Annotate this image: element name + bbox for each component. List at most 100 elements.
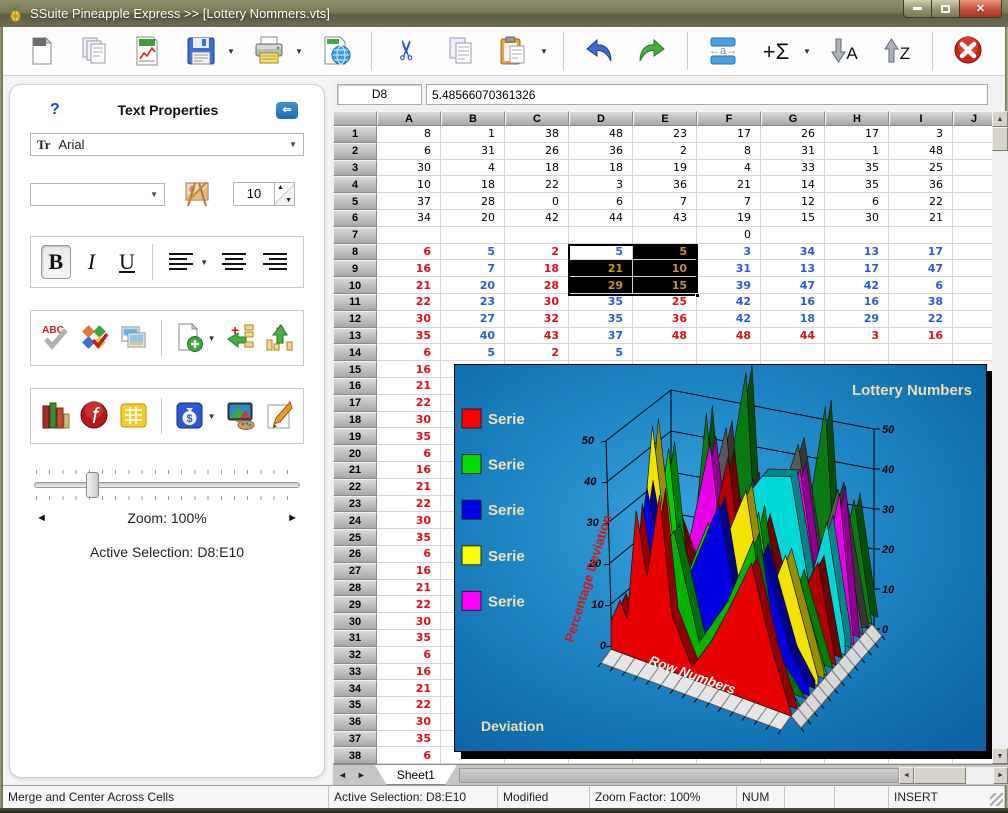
cell-I4[interactable]: 36 [889, 176, 953, 193]
vertical-scrollbar[interactable]: ▲ ▼ [992, 111, 1008, 764]
cell-J3[interactable] [953, 160, 995, 177]
cell-C8[interactable]: 2 [505, 244, 569, 261]
row-header-15[interactable]: 15 [333, 361, 377, 378]
row-header-37[interactable]: 37 [333, 731, 377, 748]
align-center-button[interactable] [216, 242, 251, 282]
font-style-select[interactable]: ▼ [30, 183, 165, 206]
cell-E11[interactable]: 25 [633, 294, 697, 311]
cell-E3[interactable]: 19 [633, 160, 697, 177]
insert-row-button[interactable]: + [263, 318, 295, 358]
cell-H3[interactable]: 35 [825, 160, 889, 177]
cell-C6[interactable]: 42 [505, 210, 569, 227]
cell-reference-box[interactable]: D8 [337, 84, 422, 105]
cell-B5[interactable]: 28 [441, 193, 505, 210]
cell-A6[interactable]: 34 [377, 210, 441, 227]
cell-A37[interactable]: 35 [377, 731, 441, 748]
cell-B8[interactable]: 5 [441, 244, 505, 261]
row-header-20[interactable]: 20 [333, 445, 377, 462]
currency-button[interactable]: $ [172, 396, 204, 436]
cell-F3[interactable]: 4 [697, 160, 761, 177]
cell-G5[interactable]: 12 [761, 193, 825, 210]
row-header-36[interactable]: 36 [333, 714, 377, 731]
cell-G2[interactable]: 31 [761, 143, 825, 160]
tab-scroll-left-icon[interactable]: ◄ [333, 770, 352, 780]
cell-I8[interactable]: 17 [889, 244, 953, 261]
maximize-button[interactable] [932, 0, 959, 18]
column-header-G[interactable]: G [761, 111, 825, 126]
cell-J7[interactable] [953, 227, 995, 244]
merge-cells-button[interactable]: ←a→ [701, 30, 745, 72]
cell-A8[interactable]: 6 [377, 244, 441, 261]
chevron-down-icon[interactable]: ▼ [803, 47, 813, 56]
cell-A30[interactable]: 30 [377, 613, 441, 630]
row-header-4[interactable]: 4 [333, 176, 377, 193]
row-header-10[interactable]: 10 [333, 277, 377, 294]
cell-D10[interactable]: 29 [569, 277, 633, 294]
row-header-3[interactable]: 3 [333, 160, 377, 177]
row-header-35[interactable]: 35 [333, 697, 377, 714]
cell-A24[interactable]: 30 [377, 512, 441, 529]
cell-H8[interactable]: 13 [825, 244, 889, 261]
duplicate-document-button[interactable] [72, 30, 116, 72]
row-header-1[interactable]: 1 [333, 126, 377, 143]
column-header-H[interactable]: H [825, 111, 889, 126]
column-header-A[interactable]: A [377, 111, 441, 126]
cell-D7[interactable] [569, 227, 633, 244]
cell-A5[interactable]: 37 [377, 193, 441, 210]
cell-A35[interactable]: 22 [377, 697, 441, 714]
chart-document-button[interactable] [125, 30, 169, 72]
horizontal-scrollbar[interactable]: ◄ ► [899, 767, 1008, 784]
cell-G4[interactable]: 14 [761, 176, 825, 193]
copy-button[interactable] [438, 30, 482, 72]
row-header-31[interactable]: 31 [333, 630, 377, 647]
sort-descending-button[interactable]: Z [875, 30, 919, 72]
cell-F9[interactable]: 31 [697, 260, 761, 277]
cell-J14[interactable] [953, 344, 995, 361]
row-header-33[interactable]: 33 [333, 664, 377, 681]
chevron-down-icon[interactable]: ▼ [227, 47, 237, 56]
cell-D3[interactable]: 18 [569, 160, 633, 177]
cell-A26[interactable]: 6 [377, 546, 441, 563]
column-header-J[interactable]: J [953, 111, 995, 126]
cell-A28[interactable]: 21 [377, 580, 441, 597]
paint-brush-button[interactable] [263, 396, 295, 436]
cell-D12[interactable]: 35 [569, 311, 633, 328]
cell-B6[interactable]: 20 [441, 210, 505, 227]
cell-G14[interactable] [761, 344, 825, 361]
cell-J1[interactable] [953, 126, 995, 143]
cell-E12[interactable]: 36 [633, 311, 697, 328]
cell-J13[interactable] [953, 328, 995, 345]
cell-A38[interactable]: 6 [377, 747, 441, 764]
cell-E8[interactable]: 5 [633, 244, 697, 261]
column-header-F[interactable]: F [697, 111, 761, 126]
cell-J2[interactable] [953, 143, 995, 160]
row-header-14[interactable]: 14 [333, 344, 377, 361]
cell-D9[interactable]: 21 [569, 260, 633, 277]
row-header-7[interactable]: 7 [333, 227, 377, 244]
print-button[interactable] [246, 30, 290, 72]
screen-color-button[interactable] [224, 396, 256, 436]
cell-A13[interactable]: 35 [377, 328, 441, 345]
sort-ascending-button[interactable]: A [822, 30, 866, 72]
cell-C10[interactable]: 28 [505, 277, 569, 294]
flash-button[interactable]: f [78, 396, 110, 436]
cell-E10[interactable]: 15 [633, 277, 697, 294]
cell-I3[interactable]: 25 [889, 160, 953, 177]
row-header-9[interactable]: 9 [333, 260, 377, 277]
cell-A25[interactable]: 35 [377, 529, 441, 546]
cell-H11[interactable]: 16 [825, 294, 889, 311]
cell-E6[interactable]: 43 [633, 210, 697, 227]
save-button[interactable] [178, 30, 222, 72]
cell-H14[interactable] [825, 344, 889, 361]
cell-C13[interactable]: 43 [505, 328, 569, 345]
cell-H6[interactable]: 30 [825, 210, 889, 227]
cell-D4[interactable]: 3 [569, 176, 633, 193]
cell-B13[interactable]: 40 [441, 328, 505, 345]
cell-J4[interactable] [953, 176, 995, 193]
add-page-button[interactable] [172, 318, 204, 358]
cell-A33[interactable]: 16 [377, 664, 441, 681]
cell-D6[interactable]: 44 [569, 210, 633, 227]
cell-G7[interactable] [761, 227, 825, 244]
cell-A19[interactable]: 35 [377, 428, 441, 445]
cell-D13[interactable]: 37 [569, 328, 633, 345]
